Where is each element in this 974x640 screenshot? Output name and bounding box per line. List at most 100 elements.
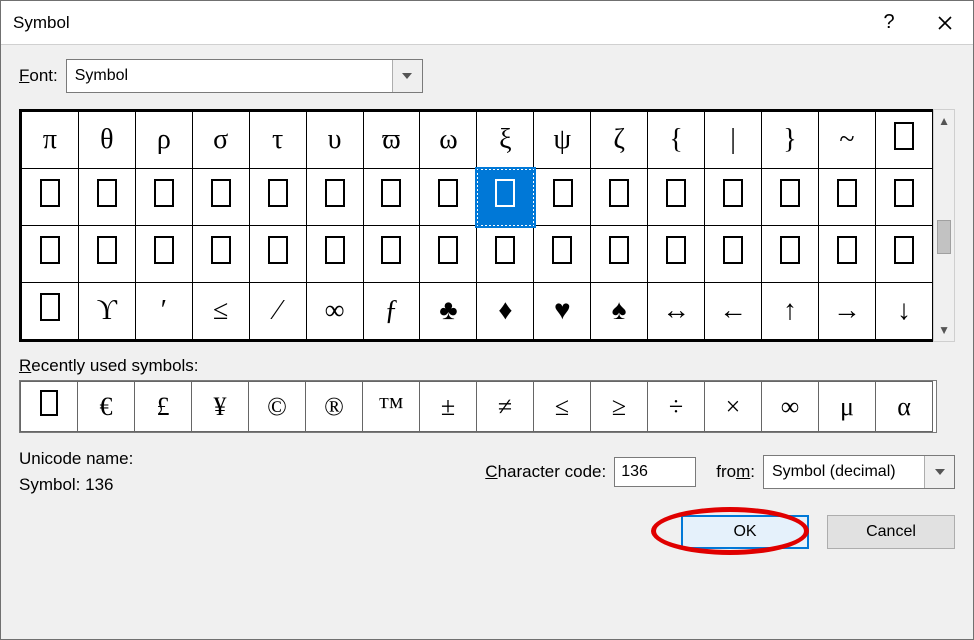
symbol-cell[interactable]: | — [705, 112, 762, 169]
symbol-cell[interactable] — [249, 169, 306, 226]
placeholder-glyph — [40, 236, 60, 264]
symbol-cell[interactable]: £ — [135, 382, 192, 432]
symbol-cell[interactable] — [875, 169, 932, 226]
symbol-cell[interactable]: ♣ — [420, 283, 477, 340]
symbol-cell[interactable]: ® — [306, 382, 363, 432]
symbol-cell[interactable]: ≠ — [477, 382, 534, 432]
ok-button[interactable]: OK — [681, 515, 809, 549]
symbol-cell[interactable]: ♦ — [477, 283, 534, 340]
scroll-down-icon[interactable]: ▼ — [938, 323, 950, 337]
symbol-cell[interactable]: υ — [306, 112, 363, 169]
symbol-cell[interactable] — [22, 226, 79, 283]
symbol-cell[interactable]: ≥ — [591, 382, 648, 432]
symbol-cell[interactable] — [705, 226, 762, 283]
symbol-cell[interactable]: ♠ — [591, 283, 648, 340]
symbol-cell[interactable]: ↓ — [875, 283, 932, 340]
symbol-cell[interactable] — [762, 169, 819, 226]
chevron-down-icon[interactable] — [392, 60, 422, 92]
symbol-cell[interactable]: σ — [192, 112, 249, 169]
symbol-cell[interactable]: ¥ — [192, 382, 249, 432]
placeholder-glyph — [894, 236, 914, 264]
symbol-cell[interactable] — [875, 226, 932, 283]
symbol-cell[interactable]: ⁄ — [249, 283, 306, 340]
symbol-cell[interactable]: { — [648, 112, 705, 169]
from-combo[interactable] — [763, 455, 955, 489]
scroll-up-icon[interactable]: ▲ — [938, 114, 950, 128]
font-combo[interactable] — [66, 59, 423, 93]
symbol-cell[interactable]: © — [249, 382, 306, 432]
symbol-cell[interactable]: ≤ — [534, 382, 591, 432]
symbol-cell[interactable] — [420, 226, 477, 283]
symbol-cell[interactable] — [192, 169, 249, 226]
symbol-cell[interactable] — [591, 169, 648, 226]
symbol-cell[interactable]: ↔ — [648, 283, 705, 340]
symbol-cell[interactable]: ± — [420, 382, 477, 432]
symbol-cell[interactable] — [875, 112, 932, 169]
grid-scrollbar[interactable]: ▲ ▼ — [933, 109, 955, 342]
character-code-input[interactable] — [614, 457, 696, 487]
symbol-cell[interactable]: ← — [705, 283, 762, 340]
symbol-cell[interactable] — [21, 382, 78, 432]
symbol-cell[interactable] — [363, 226, 420, 283]
symbol-cell[interactable]: ∞ — [306, 283, 363, 340]
scroll-thumb[interactable] — [937, 220, 951, 254]
symbol-cell[interactable]: ψ — [534, 112, 591, 169]
symbol-cell[interactable]: ′ — [135, 283, 192, 340]
symbol-cell[interactable]: ÷ — [648, 382, 705, 432]
symbol-cell[interactable] — [477, 226, 534, 283]
close-button[interactable] — [917, 1, 973, 45]
symbol-cell[interactable]: } — [762, 112, 819, 169]
symbol-cell[interactable]: ≤ — [192, 283, 249, 340]
symbol-cell[interactable] — [648, 169, 705, 226]
symbol-cell[interactable]: π — [22, 112, 79, 169]
placeholder-glyph — [97, 236, 117, 264]
symbol-cell[interactable] — [22, 169, 79, 226]
chevron-down-icon[interactable] — [924, 456, 954, 488]
symbol-cell[interactable]: α — [876, 382, 933, 432]
symbol-cell[interactable] — [648, 226, 705, 283]
help-button[interactable]: ? — [861, 1, 917, 45]
symbol-cell[interactable]: μ — [819, 382, 876, 432]
symbol-cell[interactable] — [363, 169, 420, 226]
symbol-cell[interactable]: ϖ — [363, 112, 420, 169]
symbol-cell[interactable] — [135, 169, 192, 226]
symbol-cell[interactable] — [705, 169, 762, 226]
symbol-cell[interactable] — [78, 226, 135, 283]
symbol-cell[interactable] — [22, 283, 79, 340]
symbol-cell[interactable]: ζ — [591, 112, 648, 169]
symbol-cell[interactable]: € — [78, 382, 135, 432]
symbol-cell[interactable]: ♥ — [534, 283, 591, 340]
symbol-cell[interactable] — [591, 226, 648, 283]
symbol-cell[interactable] — [762, 226, 819, 283]
symbol-cell[interactable] — [306, 169, 363, 226]
symbol-cell[interactable] — [78, 169, 135, 226]
symbol-cell[interactable]: ϒ — [78, 283, 135, 340]
symbol-cell[interactable]: ™ — [363, 382, 420, 432]
cancel-button[interactable]: Cancel — [827, 515, 955, 549]
symbol-cell[interactable] — [420, 169, 477, 226]
symbol-cell[interactable]: ξ — [477, 112, 534, 169]
symbol-cell[interactable]: ∞ — [762, 382, 819, 432]
symbol-cell[interactable] — [818, 169, 875, 226]
recent-grid: €£¥©®™±≠≤≥÷×∞μα — [20, 381, 933, 432]
symbol-cell[interactable]: ↑ — [762, 283, 819, 340]
font-input[interactable] — [67, 60, 392, 92]
symbol-cell[interactable]: θ — [78, 112, 135, 169]
symbol-cell[interactable]: ρ — [135, 112, 192, 169]
from-input[interactable] — [764, 456, 924, 488]
symbol-cell[interactable]: ω — [420, 112, 477, 169]
symbol-cell[interactable] — [818, 226, 875, 283]
symbol-cell[interactable]: × — [705, 382, 762, 432]
placeholder-glyph — [780, 236, 800, 264]
symbol-cell[interactable] — [534, 169, 591, 226]
symbol-cell[interactable]: → — [818, 283, 875, 340]
symbol-cell[interactable] — [135, 226, 192, 283]
symbol-cell[interactable] — [249, 226, 306, 283]
symbol-cell[interactable]: ƒ — [363, 283, 420, 340]
symbol-cell[interactable] — [534, 226, 591, 283]
symbol-cell[interactable] — [477, 169, 534, 226]
symbol-cell[interactable] — [192, 226, 249, 283]
symbol-cell[interactable]: ~ — [818, 112, 875, 169]
symbol-cell[interactable]: τ — [249, 112, 306, 169]
symbol-cell[interactable] — [306, 226, 363, 283]
